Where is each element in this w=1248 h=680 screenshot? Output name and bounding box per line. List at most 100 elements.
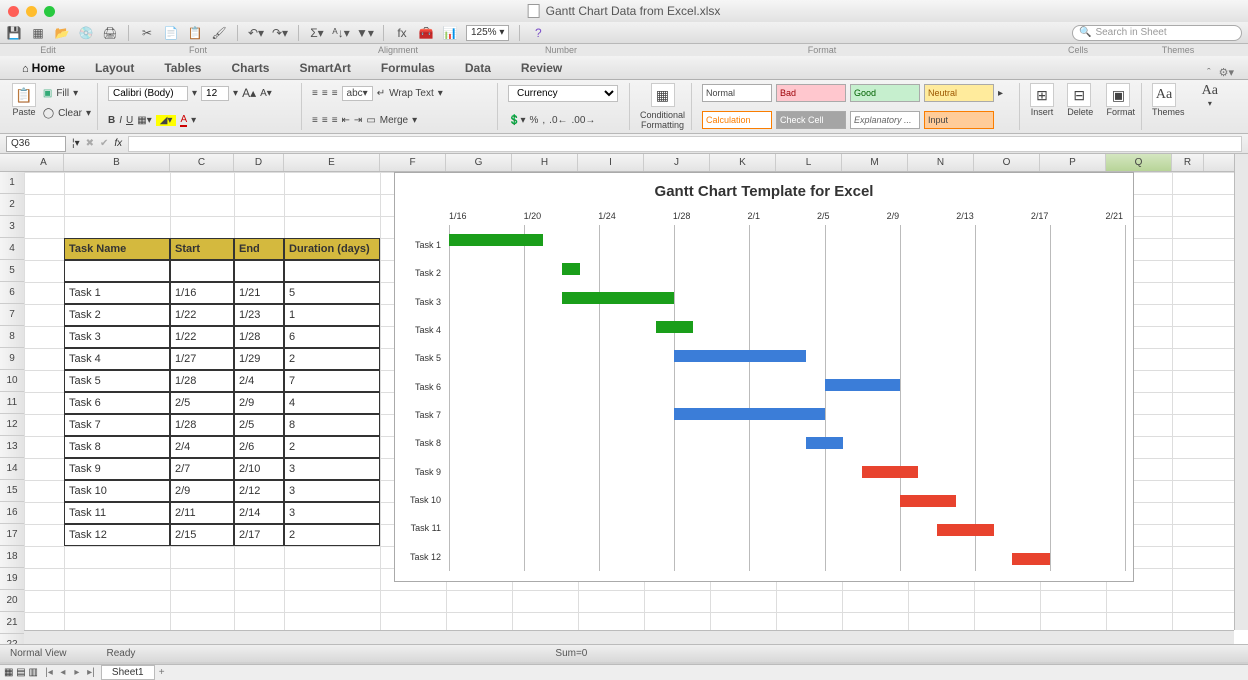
sheet-prev-icon[interactable]: ◂ <box>56 667 70 678</box>
cell[interactable]: 2/10 <box>234 458 284 480</box>
redo-icon[interactable]: ↷▾ <box>272 25 288 41</box>
orientation-button[interactable]: abc▾ <box>342 86 373 101</box>
help-icon[interactable]: ? <box>530 25 546 41</box>
col-header-O[interactable]: O <box>974 154 1040 171</box>
print-icon[interactable]: 🖨 <box>102 25 118 41</box>
cell[interactable]: Task 1 <box>64 282 170 304</box>
tab-home[interactable]: ⌂Home <box>14 57 73 79</box>
cell[interactable]: Task 11 <box>64 502 170 524</box>
col-header-J[interactable]: J <box>644 154 710 171</box>
col-header-E[interactable]: E <box>284 154 380 171</box>
cell[interactable]: Task 6 <box>64 392 170 414</box>
cell[interactable]: End <box>234 238 284 260</box>
cell[interactable]: 2/14 <box>234 502 284 524</box>
col-header-B[interactable]: B <box>64 154 170 171</box>
row-header-16[interactable]: 16 <box>0 502 24 524</box>
cell[interactable] <box>234 260 284 282</box>
col-header-A[interactable]: A <box>24 154 64 171</box>
row-header-4[interactable]: 4 <box>0 238 24 260</box>
style-explanatory[interactable]: Explanatory ... <box>850 111 920 129</box>
clear-icon[interactable]: ◯ <box>43 108 54 119</box>
tab-charts[interactable]: Charts <box>223 57 277 79</box>
wrap-text-button[interactable]: Wrap Text <box>389 88 434 99</box>
cell[interactable]: 1 <box>284 304 380 326</box>
column-headers[interactable]: ABCDEFGHIJKLMNOPQR <box>0 154 1234 172</box>
align-mid-icon[interactable]: ≡ <box>322 88 328 99</box>
col-header-R[interactable]: R <box>1172 154 1204 171</box>
cut-icon[interactable]: ✂ <box>139 25 155 41</box>
sheet-next-icon[interactable]: ▸ <box>70 667 84 678</box>
autosum-icon[interactable]: Σ▾ <box>309 25 325 41</box>
font-color-button[interactable]: A <box>180 114 187 127</box>
cell[interactable]: 2/12 <box>234 480 284 502</box>
cell[interactable]: 3 <box>284 458 380 480</box>
cell[interactable]: 1/21 <box>234 282 284 304</box>
style-good[interactable]: Good <box>850 84 920 102</box>
col-header-K[interactable]: K <box>710 154 776 171</box>
fill-color-button[interactable]: ◢▾ <box>156 115 177 126</box>
cell[interactable]: Task 3 <box>64 326 170 348</box>
open-icon[interactable]: 📂 <box>54 25 70 41</box>
worksheet-grid[interactable]: ABCDEFGHIJKLMNOPQR 123456789101112131415… <box>0 154 1248 644</box>
row-header-13[interactable]: 13 <box>0 436 24 458</box>
style-neutral[interactable]: Neutral <box>924 84 994 102</box>
view-mode[interactable]: Normal View <box>10 648 67 659</box>
add-sheet-button[interactable]: + <box>155 667 169 678</box>
cell[interactable]: 2/6 <box>234 436 284 458</box>
cell[interactable]: 2/17 <box>234 524 284 546</box>
cell[interactable]: 3 <box>284 502 380 524</box>
gantt-chart[interactable]: Gantt Chart Template for Excel1/161/201/… <box>394 172 1134 582</box>
horizontal-scrollbar[interactable] <box>24 630 1234 644</box>
clear-button[interactable]: Clear <box>58 108 82 119</box>
close-window-button[interactable] <box>8 6 19 17</box>
cell[interactable]: Task 9 <box>64 458 170 480</box>
italic-button[interactable]: I <box>119 115 122 126</box>
font-name-select[interactable] <box>108 86 188 101</box>
row-header-22[interactable]: 22 <box>0 634 24 644</box>
view-icons[interactable]: ▦ ▤ ▥ <box>0 667 42 678</box>
border-button[interactable]: ▦▾ <box>137 115 151 126</box>
col-header-Q[interactable]: Q <box>1106 154 1172 171</box>
cell[interactable] <box>64 260 170 282</box>
col-header-M[interactable]: M <box>842 154 908 171</box>
format-cells-button[interactable]: ▣ <box>1106 83 1130 107</box>
cell[interactable] <box>170 260 234 282</box>
cell[interactable]: Task 5 <box>64 370 170 392</box>
cell[interactable]: 2/15 <box>170 524 234 546</box>
align-left-icon[interactable]: ≡ <box>312 115 318 126</box>
filter-icon[interactable]: ▼▾ <box>357 25 373 41</box>
cell[interactable]: 6 <box>284 326 380 348</box>
tab-tables[interactable]: Tables <box>156 57 209 79</box>
col-header-H[interactable]: H <box>512 154 578 171</box>
cell[interactable]: 2/7 <box>170 458 234 480</box>
delete-cells-button[interactable]: ⊟ <box>1067 83 1091 107</box>
cell[interactable]: 2/4 <box>234 370 284 392</box>
cells-area[interactable]: Task NameStartEndDuration (days)Task 11/… <box>24 172 1234 630</box>
row-header-12[interactable]: 12 <box>0 414 24 436</box>
col-header-F[interactable]: F <box>380 154 446 171</box>
col-header-I[interactable]: I <box>578 154 644 171</box>
col-header-N[interactable]: N <box>908 154 974 171</box>
cell[interactable]: Task 8 <box>64 436 170 458</box>
format-painter-icon[interactable]: 🖌 <box>211 25 227 41</box>
cell[interactable]: Task 10 <box>64 480 170 502</box>
merge-button[interactable]: Merge <box>380 115 408 126</box>
merge-icon[interactable]: ▭ <box>366 115 375 126</box>
col-header-C[interactable]: C <box>170 154 234 171</box>
cell[interactable]: 1/28 <box>170 414 234 436</box>
cell[interactable]: 2/9 <box>170 480 234 502</box>
decrease-font-icon[interactable]: A▾ <box>260 88 272 99</box>
align-right-icon[interactable]: ≡ <box>332 115 338 126</box>
row-headers[interactable]: 12345678910111213141516171819202122 <box>0 172 24 644</box>
sort-icon[interactable]: ᴬ↓▾ <box>333 25 349 41</box>
row-header-19[interactable]: 19 <box>0 568 24 590</box>
cell[interactable]: Start <box>170 238 234 260</box>
sheet-first-icon[interactable]: |◂ <box>42 667 56 678</box>
underline-button[interactable]: U <box>126 115 133 126</box>
undo-icon[interactable]: ↶▾ <box>248 25 264 41</box>
name-box[interactable]: Q36 <box>6 136 66 152</box>
row-header-21[interactable]: 21 <box>0 612 24 634</box>
cell[interactable]: Task 12 <box>64 524 170 546</box>
cell[interactable]: 2/4 <box>170 436 234 458</box>
conditional-format-button[interactable]: ▦ <box>651 83 675 107</box>
